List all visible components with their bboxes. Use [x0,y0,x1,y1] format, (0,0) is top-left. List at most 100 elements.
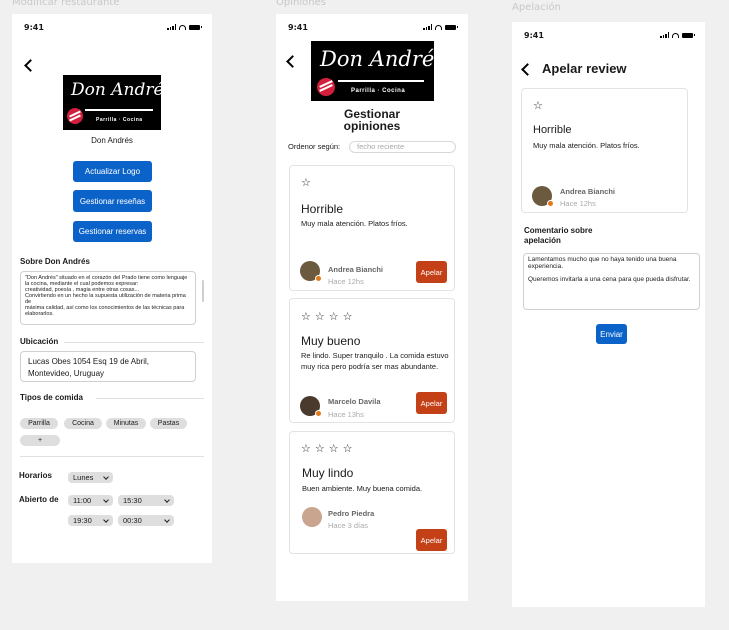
star-icon: ☆ [314,442,325,455]
page-title: Apelar review [542,61,627,76]
page-title: Gestionar opiniones [343,107,401,133]
review-title: Horrible [533,124,572,136]
back-arrow-icon[interactable] [286,55,299,68]
scrollbar[interactable] [202,280,204,302]
send-button[interactable]: Enviar [596,324,627,344]
wifi-icon [435,24,442,30]
signal-icon [167,24,176,30]
frame-title-apelacion: Apelación [512,2,561,13]
review-text: Muy mala atención. Platos fríos. [533,141,640,150]
wifi-icon [179,24,186,30]
food-types-heading: Tipos de comida [20,393,83,402]
review-title: Muy bueno [301,334,361,348]
back-arrow-icon[interactable] [521,63,534,76]
modificar-screen: 9:41 Don Andrés Parrilla · Cocina Don An… [12,14,212,563]
update-logo-button[interactable]: Actualizar Logo [73,161,152,182]
chevron-down-icon [164,516,170,523]
select-value: 15:30 [123,496,142,505]
close-time-select[interactable]: 00:30 [118,515,174,526]
open-time-select[interactable]: 11:00 [68,495,113,506]
sort-label: Ordenor según: [288,142,341,151]
rating-stars: ☆ ☆ ☆ ☆ [301,443,353,454]
appeal-button[interactable]: Apelar [416,392,447,414]
logo-underline [84,109,154,111]
location-field[interactable]: Lucas Obes 1054 Esq 19 de Abril, Montevi… [20,351,196,382]
star-icon: ☆ [342,442,353,455]
appeal-button[interactable]: Apelar [416,529,447,551]
chevron-down-icon [164,496,170,503]
reviewer-avatar [532,186,554,207]
food-chip[interactable]: Minutas [106,418,146,429]
food-chip[interactable]: Cocina [64,418,102,429]
frame-title-opiniones: Opiniones [276,0,326,8]
rating-stars: ☆ [301,177,311,188]
status-bar: 9:41 [524,30,695,40]
close-time-select[interactable]: 15:30 [118,495,174,506]
restaurant-logo: Don Andrés Parrilla · Cocina [63,75,161,130]
opiniones-screen: 9:41 Don Andrés Parrilla · Cocina Gestio… [276,14,468,601]
review-text: Buen ambiente. Muy buena comida. [302,484,423,493]
day-select[interactable]: Lunes [68,472,113,483]
sort-input[interactable]: fecho reciente [349,141,456,153]
status-time: 9:41 [24,22,44,32]
select-value: 00:30 [123,516,142,525]
back-arrow-icon[interactable] [24,59,37,72]
battery-icon [189,24,202,30]
select-value: 11:00 [73,496,92,505]
status-bar: 9:41 [24,22,202,32]
about-textarea[interactable]: "Don Andrés" situado en el corazón del P… [20,271,196,325]
star-icon: ☆ [342,310,353,323]
reviewer-name: Marcelo Davila [328,397,381,406]
review-card: ☆ Horrible Muy mala atención. Platos frí… [521,88,688,213]
add-food-type-button[interactable]: + [20,435,60,446]
comment-textarea[interactable]: Lamentamos mucho que no haya tenido una … [523,253,700,310]
food-chip[interactable]: Pastas [150,418,187,429]
star-icon: ☆ [314,310,325,323]
review-card[interactable]: ☆ ☆ ☆ ☆ Muy bueno Re lindo. Super tranquilo… [289,298,455,423]
review-time: Hace 12hs [560,199,596,208]
review-time: Hace 3 días [328,521,369,530]
frame-title-modificar: Modificar restaurante [12,0,120,8]
about-heading: Sobre Don Andrés [20,257,90,266]
rating-stars: ☆ [533,100,543,111]
star-icon: ☆ [328,442,339,455]
logo-subtitle: Parrilla · Cocina [351,88,406,94]
status-time: 9:41 [288,22,308,32]
reviewer-avatar [302,507,322,527]
food-chip[interactable]: Parrilla [20,418,58,429]
rating-stars: ☆ ☆ ☆ ☆ [301,311,353,322]
select-value: 19:30 [73,516,92,525]
open-time-select[interactable]: 19:30 [68,515,113,526]
restaurant-name: Don Andrés [91,136,133,145]
reviewer-name: Pedro Piedra [328,509,375,518]
battery-icon [682,32,695,38]
manage-reviews-button[interactable]: Gestionar reseñas [73,190,152,212]
review-time: Hace 13hs [328,410,364,419]
star-icon: ☆ [533,99,543,112]
status-time: 9:41 [524,30,544,40]
badge-icon [315,410,322,417]
reviewer-avatar [300,396,322,417]
logo-underline [338,80,425,82]
badge-icon [315,275,322,282]
wifi-icon [672,32,679,38]
apelacion-screen: 9:41 Apelar review ☆ Horrible Muy mala a… [512,22,705,607]
review-card[interactable]: ☆ Horrible Muy mala atención. Platos frí… [289,165,455,291]
chevron-down-icon [103,473,109,480]
status-bar: 9:41 [288,22,458,32]
signal-icon [660,32,669,38]
open-from-label: Abierto de [19,495,59,504]
review-card[interactable]: ☆ ☆ ☆ ☆ Muy lindo Buen ambiente. Muy buena … [289,431,455,554]
reviewer-avatar [300,261,322,282]
divider [64,342,204,343]
star-icon: ☆ [301,176,311,189]
chevron-down-icon [103,496,109,503]
appeal-button[interactable]: Apelar [416,261,447,283]
logo-script: Don Andrés [320,47,434,71]
reviewer-name: Andrea Bianchi [560,187,616,196]
location-heading: Ubicación [20,337,59,346]
logo-script: Don Andrés [71,80,161,100]
signal-icon [423,24,432,30]
review-text: Muy mala atención. Platos fríos. [301,219,408,228]
manage-reservations-button[interactable]: Gestionar reservas [73,221,152,242]
